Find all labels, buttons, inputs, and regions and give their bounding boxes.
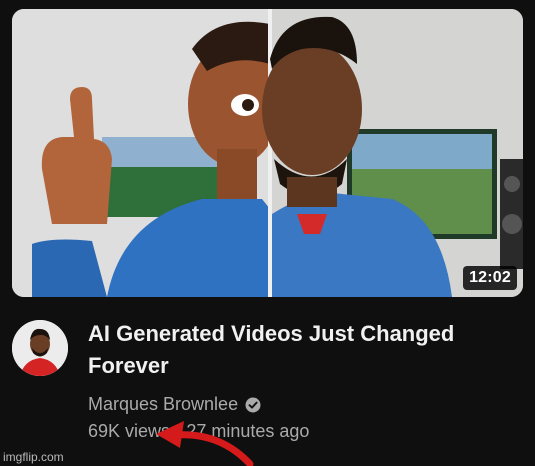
video-thumbnail[interactable]: 12:02	[12, 9, 523, 297]
video-meta: AI Generated Videos Just Changed Forever…	[12, 318, 523, 442]
imgflip-watermark: imgflip.com	[3, 450, 64, 464]
channel-row: Marques Brownlee	[88, 394, 523, 415]
video-title[interactable]: AI Generated Videos Just Changed Forever	[88, 318, 508, 382]
channel-name[interactable]: Marques Brownlee	[88, 394, 238, 415]
verified-check-icon	[245, 397, 261, 413]
duration-badge: 12:02	[463, 266, 517, 290]
thumbnail-image	[12, 9, 523, 297]
red-arrow-annotation	[156, 421, 254, 466]
video-card[interactable]: 12:02 AI Generated Videos Just Changed F…	[0, 0, 535, 466]
channel-avatar[interactable]	[12, 320, 68, 376]
avatar-image	[12, 320, 68, 376]
